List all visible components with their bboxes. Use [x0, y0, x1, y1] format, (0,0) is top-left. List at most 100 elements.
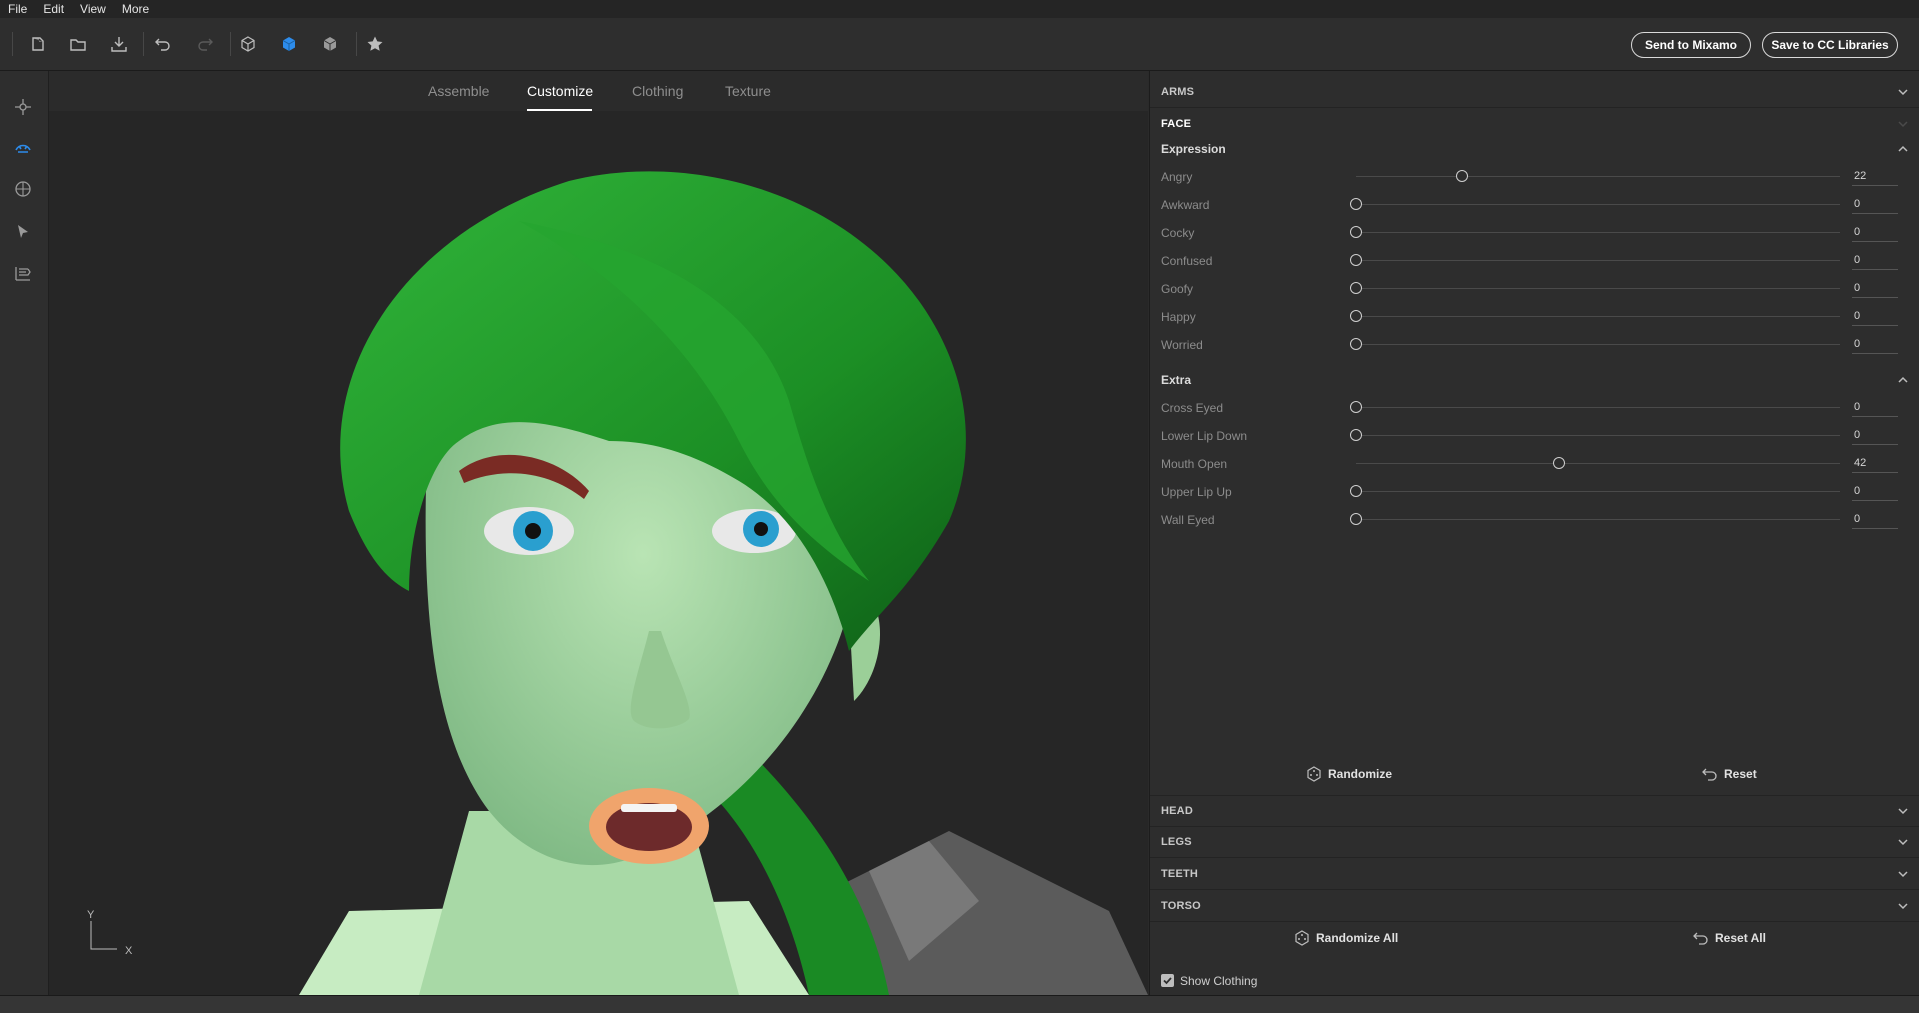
slider-track[interactable]	[1356, 232, 1840, 233]
slider-thumb[interactable]	[1350, 254, 1362, 266]
slider-track[interactable]	[1356, 204, 1840, 205]
slider-thumb[interactable]	[1350, 198, 1362, 210]
slider-value-field[interactable]: 22	[1852, 167, 1898, 186]
slider-track[interactable]	[1356, 463, 1840, 464]
slider-thumb[interactable]	[1350, 226, 1362, 238]
slider-thumb[interactable]	[1350, 282, 1362, 294]
slider-thumb[interactable]	[1350, 429, 1362, 441]
menu-file[interactable]: File	[0, 0, 35, 18]
slider-value-field[interactable]: 0	[1852, 482, 1898, 501]
chevron-down-icon	[1898, 871, 1908, 878]
toolbar-separator	[230, 32, 231, 56]
slider-row: Cocky 0	[1150, 219, 1919, 247]
section-arms[interactable]: ARMS	[1150, 77, 1919, 108]
new-file-icon[interactable]	[24, 30, 52, 58]
target-icon[interactable]	[10, 176, 36, 202]
slider-track[interactable]	[1356, 519, 1840, 520]
dice-icon	[1295, 930, 1309, 946]
slider-track[interactable]	[1356, 176, 1840, 177]
slider-label: Awkward	[1161, 198, 1210, 212]
reset-all-button[interactable]: Reset All	[1693, 930, 1766, 946]
download-icon[interactable]	[105, 30, 133, 58]
slider-value-field[interactable]: 0	[1852, 251, 1898, 270]
slider-value-field[interactable]: 0	[1852, 398, 1898, 417]
randomize-all-button[interactable]: Randomize All	[1294, 930, 1398, 946]
slider-thumb[interactable]	[1553, 457, 1566, 469]
slider-value-field[interactable]: 0	[1852, 307, 1898, 326]
slider-track[interactable]	[1356, 491, 1840, 492]
reset-icon	[1702, 768, 1717, 781]
wireframe-cube-icon[interactable]	[234, 30, 262, 58]
slider-label: Upper Lip Up	[1161, 485, 1232, 499]
slider-thumb[interactable]	[1456, 170, 1469, 182]
body-customize-icon[interactable]	[10, 135, 36, 161]
slider-thumb[interactable]	[1350, 485, 1362, 497]
slider-track[interactable]	[1356, 316, 1840, 317]
randomize-button[interactable]: Randomize	[1306, 766, 1392, 782]
toolbar: Send to Mixamo Save to CC Libraries	[0, 18, 1919, 71]
section-legs[interactable]: LEGS	[1150, 827, 1919, 858]
slider-label: Worried	[1161, 338, 1203, 352]
slider-track[interactable]	[1356, 407, 1840, 408]
tab-clothing[interactable]: Clothing	[632, 83, 683, 99]
slider-row: Angry 22	[1150, 163, 1919, 191]
menu-edit[interactable]: Edit	[35, 0, 72, 18]
expression-subsection[interactable]: Expression	[1150, 137, 1919, 161]
tab-assemble[interactable]: Assemble	[428, 83, 489, 99]
chevron-up-icon	[1898, 145, 1908, 152]
undo-icon[interactable]	[149, 30, 177, 58]
section-face[interactable]: FACE	[1150, 109, 1919, 139]
chevron-down-icon	[1898, 903, 1908, 910]
slider-row: Goofy 0	[1150, 275, 1919, 303]
slider-value-field[interactable]: 0	[1852, 223, 1898, 242]
slider-thumb[interactable]	[1350, 513, 1362, 525]
show-clothing-checkbox[interactable]	[1161, 974, 1174, 987]
slider-row: Awkward 0	[1150, 191, 1919, 219]
menu-view[interactable]: View	[72, 0, 114, 18]
slider-value-field[interactable]: 0	[1852, 279, 1898, 298]
slider-value-field[interactable]: 0	[1852, 335, 1898, 354]
slider-label: Lower Lip Down	[1161, 429, 1248, 443]
slider-value-field[interactable]: 0	[1852, 195, 1898, 214]
slider-thumb[interactable]	[1350, 310, 1362, 322]
star-icon[interactable]	[361, 30, 389, 58]
section-title: LEGS	[1161, 836, 1192, 848]
slider-row: Worried 0	[1150, 331, 1919, 359]
camera-view-icon[interactable]	[10, 260, 36, 286]
slider-track[interactable]	[1356, 260, 1840, 261]
section-torso[interactable]: TORSO	[1150, 891, 1919, 922]
tab-customize[interactable]: Customize	[527, 83, 593, 99]
slider-row: Mouth Open 42	[1150, 450, 1919, 478]
slider-thumb[interactable]	[1350, 338, 1362, 350]
tab-texture[interactable]: Texture	[725, 83, 771, 99]
open-folder-icon[interactable]	[64, 30, 92, 58]
slider-value-field[interactable]: 0	[1852, 426, 1898, 445]
skeleton-icon[interactable]	[10, 94, 36, 120]
reset-icon	[1693, 932, 1708, 945]
section-teeth[interactable]: TEETH	[1150, 859, 1919, 890]
axis-gizmo	[89, 921, 119, 951]
slider-row: Wall Eyed 0	[1150, 506, 1919, 534]
slider-value-field[interactable]: 42	[1852, 454, 1898, 473]
solid-cube-icon[interactable]	[275, 30, 303, 58]
slider-track[interactable]	[1356, 344, 1840, 345]
slider-track[interactable]	[1356, 435, 1840, 436]
slider-value-field[interactable]: 0	[1852, 510, 1898, 529]
redo-icon[interactable]	[191, 30, 219, 58]
section-title: FACE	[1161, 118, 1192, 130]
send-to-mixamo-button[interactable]: Send to Mixamo	[1631, 32, 1751, 58]
extra-subsection[interactable]: Extra	[1150, 368, 1919, 392]
textured-cube-icon[interactable]	[316, 30, 344, 58]
slider-track[interactable]	[1356, 288, 1840, 289]
extra-title: Extra	[1161, 373, 1192, 387]
section-head[interactable]: HEAD	[1150, 795, 1919, 827]
slider-thumb[interactable]	[1350, 401, 1362, 413]
save-to-cc-libraries-button[interactable]: Save to CC Libraries	[1762, 32, 1898, 58]
chevron-down-icon	[1898, 89, 1908, 96]
slider-label: Mouth Open	[1161, 457, 1228, 471]
select-cursor-icon[interactable]	[10, 219, 36, 245]
reset-button[interactable]: Reset	[1702, 766, 1757, 782]
menu-more[interactable]: More	[114, 0, 157, 18]
3d-viewport[interactable]: Assemble Customize Clothing Texture Y X	[49, 71, 1148, 995]
toolbar-separator	[356, 32, 357, 56]
